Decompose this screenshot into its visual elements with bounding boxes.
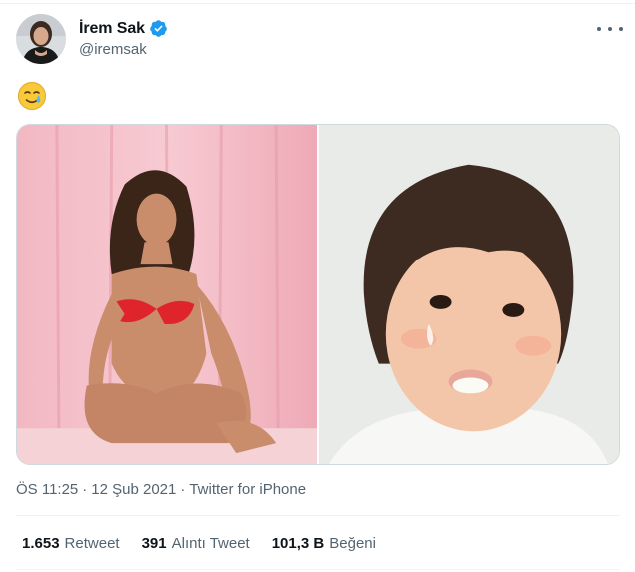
tweet-source[interactable]: Twitter for iPhone xyxy=(189,481,306,498)
author-name-row: İrem Sak xyxy=(79,19,168,38)
tweet-card: İrem Sak @iremsak ÖS 11:25 · 12 Şub 2021… xyxy=(0,0,635,572)
stat-label: Alıntı Tweet xyxy=(171,535,250,552)
stat-label: Retweet xyxy=(64,535,120,552)
photo-toddler-crying-with-milk xyxy=(319,125,619,464)
stat-count: 101,3 B xyxy=(271,535,325,552)
dot xyxy=(608,27,612,31)
tweet-media-grid xyxy=(16,124,620,465)
stat-count: 391 xyxy=(141,535,167,552)
divider xyxy=(16,515,620,516)
media-photo-1[interactable] xyxy=(17,125,317,464)
avatar-image xyxy=(16,14,66,64)
stat-count: 1.653 xyxy=(22,535,60,552)
stat-label: Beğeni xyxy=(329,535,376,552)
tweet-date[interactable]: 12 Şub 2021 xyxy=(91,481,176,498)
meta-separator: · xyxy=(180,481,186,498)
avatar[interactable] xyxy=(16,14,66,64)
photo-woman-posing-pink-background xyxy=(17,125,317,464)
tweet-meta: ÖS 11:25 · 12 Şub 2021 · Twitter for iPh… xyxy=(16,481,306,498)
divider xyxy=(16,569,620,570)
author-handle[interactable]: @iremsak xyxy=(79,41,147,58)
stat-likes[interactable]: 101,3 B Beğeni xyxy=(272,535,376,552)
meta-separator: · xyxy=(82,481,88,498)
media-photo-2[interactable] xyxy=(319,125,619,464)
author-display-name[interactable]: İrem Sak xyxy=(79,20,145,38)
more-options-icon[interactable] xyxy=(597,20,623,38)
face-holding-back-tears-icon xyxy=(17,81,47,111)
dot xyxy=(619,27,623,31)
stat-quote-tweets[interactable]: 391 Alıntı Tweet xyxy=(142,535,250,552)
tweet-stats: 1.653 Retweet 391 Alıntı Tweet 101,3 B B… xyxy=(22,535,398,552)
stat-retweets[interactable]: 1.653 Retweet xyxy=(22,535,120,552)
top-divider xyxy=(0,3,635,4)
tweet-time[interactable]: ÖS 11:25 xyxy=(16,481,78,498)
dot xyxy=(597,27,601,31)
verified-badge-icon xyxy=(149,19,168,38)
